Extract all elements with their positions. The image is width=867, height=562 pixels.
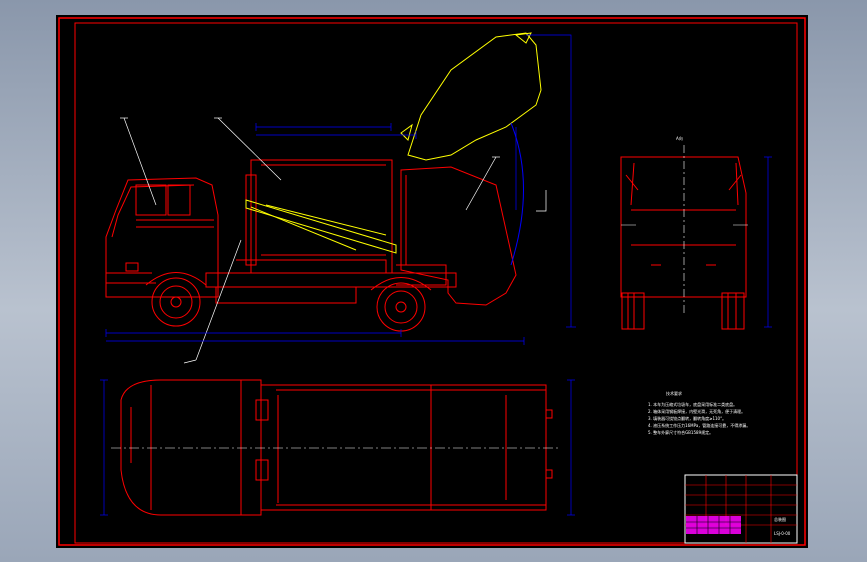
rear-left-wheels (621, 292, 645, 330)
assembly-drawing: A向 技术要求 1. 本车为压缩式垃圾车，底盘采用标准二类底盘。 2. 箱体采用… (58, 17, 806, 546)
lifting-arms (245, 123, 413, 254)
outer-border (58, 17, 806, 546)
raised-tailgate (407, 32, 542, 161)
front-wheel (151, 277, 201, 327)
cab-window (135, 184, 167, 216)
technical-notes: 技术要求 1. 本车为压缩式垃圾车，底盘采用标准二类底盘。 2. 箱体采用钢板焊… (648, 390, 750, 435)
container-body (250, 159, 393, 274)
side-view (105, 159, 517, 332)
inner-frame (74, 22, 798, 544)
stamp-grid (686, 516, 741, 534)
rear-right-wheels (721, 292, 745, 330)
note-line: 2. 箱体采用钢板焊接，内壁光滑，无死角，便于清理。 (648, 408, 745, 414)
body-top (260, 384, 547, 511)
top-view (120, 379, 553, 516)
drawing-name: 总装图 (774, 516, 786, 522)
rear-view-label: A向 (676, 135, 683, 141)
rotation-arc (510, 122, 524, 266)
rear-view (620, 156, 747, 330)
note-line: 1. 本车为压缩式垃圾车，底盘采用标准二类底盘。 (648, 401, 737, 407)
note-line: 5. 整车外廓尺寸符合GB1589规定。 (648, 429, 713, 435)
notes-title: 技术要求 (666, 390, 682, 396)
cad-model-viewport[interactable]: A向 技术要求 1. 本车为压缩式垃圾车，底盘采用标准二类底盘。 2. 箱体采用… (56, 15, 808, 548)
note-line: 4. 液压系统工作压力16MPa，管路连接可靠，不得渗漏。 (648, 422, 750, 428)
note-line: 3. 填装器可绕铰点翻转，翻转角度≥110°。 (648, 415, 726, 421)
dimension-lines (105, 34, 576, 345)
rear-wheel (376, 282, 426, 332)
cab-outline (105, 177, 219, 298)
cab-top (120, 379, 242, 516)
title-block: 总装图 LSJ-0-00 (684, 474, 798, 544)
drawing-number: LSJ-0-00 (774, 531, 791, 536)
tailgate (400, 166, 517, 306)
